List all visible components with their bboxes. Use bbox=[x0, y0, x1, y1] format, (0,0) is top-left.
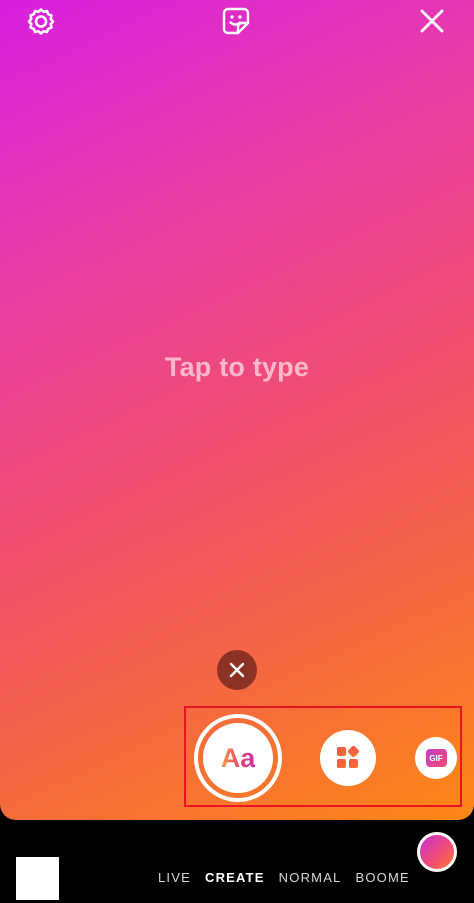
gradient-canvas[interactable]: Tap to type Aa GIF bbox=[0, 0, 474, 820]
camera-mode-selector: LIVE CREATE NORMAL BOOMERANG bbox=[158, 870, 408, 890]
gif-icon: GIF bbox=[425, 749, 447, 767]
tap-to-type-placeholder[interactable]: Tap to type bbox=[0, 352, 474, 383]
sticker-icon[interactable] bbox=[219, 4, 253, 38]
text-tool-button[interactable]: Aa bbox=[194, 714, 282, 802]
text-tool-label: Aa bbox=[220, 742, 256, 773]
gallery-thumbnail[interactable] bbox=[16, 857, 59, 900]
close-icon[interactable] bbox=[415, 4, 449, 38]
mode-boomerang[interactable]: BOOMERANG bbox=[356, 870, 409, 885]
gif-tool-button[interactable]: GIF bbox=[415, 737, 457, 779]
mode-create[interactable]: CREATE bbox=[205, 870, 265, 885]
close-icon bbox=[229, 662, 245, 678]
dismiss-tools-button[interactable] bbox=[217, 650, 257, 690]
story-create-screen: Tap to type Aa GIF LIVE CREATE NORMAL BO… bbox=[0, 0, 474, 903]
mode-normal[interactable]: NORMAL bbox=[279, 870, 342, 885]
text-tool-inner: Aa bbox=[203, 723, 273, 793]
camera-mode-bar bbox=[0, 820, 474, 903]
layout-tool-button[interactable] bbox=[320, 730, 376, 786]
layout-grid-icon bbox=[337, 745, 360, 768]
mode-live[interactable]: LIVE bbox=[158, 870, 191, 885]
color-gradient-button[interactable] bbox=[417, 832, 457, 872]
settings-icon[interactable] bbox=[24, 4, 58, 38]
